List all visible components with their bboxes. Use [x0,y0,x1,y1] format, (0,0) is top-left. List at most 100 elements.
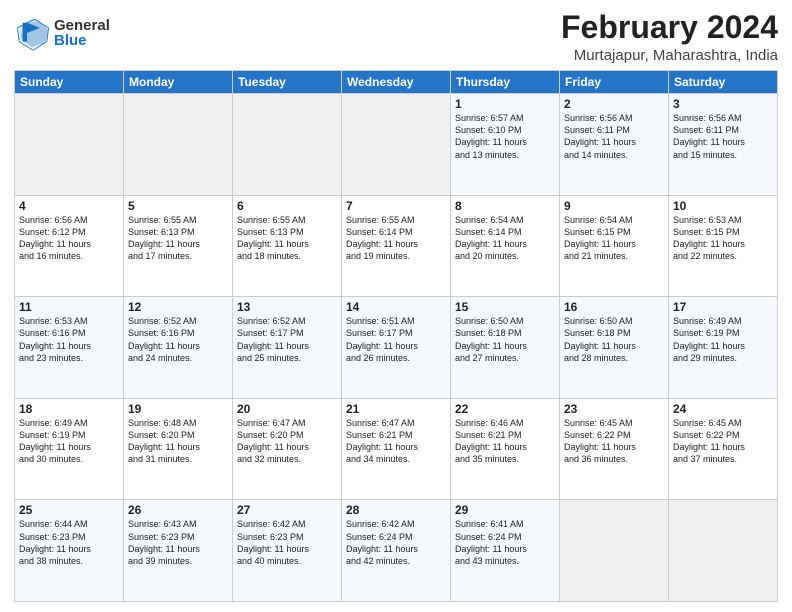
day-cell: 1 Sunrise: 6:57 AM Sunset: 6:10 PM Daylig… [451,94,560,196]
week-row-3: 18Sunrise: 6:49 AM Sunset: 6:19 PM Dayli… [15,398,778,500]
day-info: Sunrise: 6:52 AM Sunset: 6:16 PM Dayligh… [128,316,200,362]
day-cell: 26 Sunrise: 6:43 AM Sunset: 6:23 PM Dayli… [124,500,233,602]
generalblue-logo-icon [14,14,52,52]
day-number: 24 [673,402,773,416]
day-cell: 3 Sunrise: 6:56 AM Sunset: 6:11 PM Daylig… [669,94,778,196]
day-cell: 19Sunrise: 6:48 AM Sunset: 6:20 PM Dayli… [124,398,233,500]
calendar-title: February 2024 [561,10,778,45]
day-number: 21 [346,402,446,416]
day-number: 27 [237,503,337,517]
day-number: 2 [564,97,664,111]
day-info: Sunrise: 6:47 AM Sunset: 6:20 PM Dayligh… [237,418,309,464]
day-number: 5 [128,199,228,213]
title-block: February 2024 Murtajapur, Maharashtra, I… [561,10,778,64]
col-header-friday: Friday [560,71,669,94]
day-cell: 16 Sunrise: 6:50 AM Sunset: 6:18 PM Dayli… [560,297,669,399]
day-number: 6 [237,199,337,213]
day-number: 14 [346,300,446,314]
day-cell [124,94,233,196]
day-cell: 6Sunrise: 6:55 AM Sunset: 6:13 PM Daylig… [233,195,342,297]
day-cell [669,500,778,602]
day-number: 29 [455,503,555,517]
logo-blue-text: Blue [54,33,110,48]
week-row-2: 11 Sunrise: 6:53 AM Sunset: 6:16 PM Dayli… [15,297,778,399]
day-cell: 17 Sunrise: 6:49 AM Sunset: 6:19 PM Dayli… [669,297,778,399]
week-row-0: 1 Sunrise: 6:57 AM Sunset: 6:10 PM Daylig… [15,94,778,196]
day-number: 1 [455,97,555,111]
day-info: Sunrise: 6:46 AM Sunset: 6:21 PM Dayligh… [455,418,527,464]
day-cell: 27 Sunrise: 6:42 AM Sunset: 6:23 PM Dayli… [233,500,342,602]
day-info: Sunrise: 6:55 AM Sunset: 6:14 PM Dayligh… [346,215,418,261]
day-number: 25 [19,503,119,517]
calendar-subtitle: Murtajapur, Maharashtra, India [561,47,778,64]
logo: General Blue [14,14,110,52]
day-number: 26 [128,503,228,517]
day-number: 10 [673,199,773,213]
day-info: Sunrise: 6:48 AM Sunset: 6:20 PM Dayligh… [128,418,200,464]
week-row-1: 4Sunrise: 6:56 AM Sunset: 6:12 PM Daylig… [15,195,778,297]
day-info: Sunrise: 6:49 AM Sunset: 6:19 PM Dayligh… [673,316,745,362]
day-cell: 20 Sunrise: 6:47 AM Sunset: 6:20 PM Dayli… [233,398,342,500]
day-number: 18 [19,402,119,416]
day-info: Sunrise: 6:56 AM Sunset: 6:12 PM Dayligh… [19,215,91,261]
day-cell: 2 Sunrise: 6:56 AM Sunset: 6:11 PM Daylig… [560,94,669,196]
day-info: Sunrise: 6:42 AM Sunset: 6:24 PM Dayligh… [346,519,418,565]
day-cell [342,94,451,196]
day-cell: 21 Sunrise: 6:47 AM Sunset: 6:21 PM Dayli… [342,398,451,500]
day-info: Sunrise: 6:51 AM Sunset: 6:17 PM Dayligh… [346,316,418,362]
col-header-thursday: Thursday [451,71,560,94]
day-cell: 10Sunrise: 6:53 AM Sunset: 6:15 PM Dayli… [669,195,778,297]
col-header-saturday: Saturday [669,71,778,94]
col-header-monday: Monday [124,71,233,94]
day-number: 20 [237,402,337,416]
logo-text: General Blue [54,18,110,48]
calendar-table: SundayMondayTuesdayWednesdayThursdayFrid… [14,70,778,602]
day-number: 3 [673,97,773,111]
day-number: 28 [346,503,446,517]
day-cell: 22 Sunrise: 6:46 AM Sunset: 6:21 PM Dayli… [451,398,560,500]
day-cell: 13 Sunrise: 6:52 AM Sunset: 6:17 PM Dayli… [233,297,342,399]
day-info: Sunrise: 6:52 AM Sunset: 6:17 PM Dayligh… [237,316,309,362]
day-info: Sunrise: 6:50 AM Sunset: 6:18 PM Dayligh… [564,316,636,362]
day-info: Sunrise: 6:57 AM Sunset: 6:10 PM Dayligh… [455,113,527,159]
day-info: Sunrise: 6:47 AM Sunset: 6:21 PM Dayligh… [346,418,418,464]
day-number: 22 [455,402,555,416]
day-info: Sunrise: 6:53 AM Sunset: 6:16 PM Dayligh… [19,316,91,362]
day-cell: 28 Sunrise: 6:42 AM Sunset: 6:24 PM Dayli… [342,500,451,602]
day-cell: 4Sunrise: 6:56 AM Sunset: 6:12 PM Daylig… [15,195,124,297]
header-row: SundayMondayTuesdayWednesdayThursdayFrid… [15,71,778,94]
day-cell: 8Sunrise: 6:54 AM Sunset: 6:14 PM Daylig… [451,195,560,297]
day-cell: 23Sunrise: 6:45 AM Sunset: 6:22 PM Dayli… [560,398,669,500]
day-cell: 11 Sunrise: 6:53 AM Sunset: 6:16 PM Dayli… [15,297,124,399]
col-header-wednesday: Wednesday [342,71,451,94]
col-header-sunday: Sunday [15,71,124,94]
day-cell: 24 Sunrise: 6:45 AM Sunset: 6:22 PM Dayli… [669,398,778,500]
day-cell: 25 Sunrise: 6:44 AM Sunset: 6:23 PM Dayli… [15,500,124,602]
day-cell: 12 Sunrise: 6:52 AM Sunset: 6:16 PM Dayli… [124,297,233,399]
day-info: Sunrise: 6:56 AM Sunset: 6:11 PM Dayligh… [564,113,636,159]
day-number: 15 [455,300,555,314]
logo-general-text: General [54,18,110,33]
day-cell: 7Sunrise: 6:55 AM Sunset: 6:14 PM Daylig… [342,195,451,297]
day-number: 23 [564,402,664,416]
day-info: Sunrise: 6:44 AM Sunset: 6:23 PM Dayligh… [19,519,91,565]
day-number: 17 [673,300,773,314]
day-info: Sunrise: 6:56 AM Sunset: 6:11 PM Dayligh… [673,113,745,159]
day-info: Sunrise: 6:54 AM Sunset: 6:15 PM Dayligh… [564,215,636,261]
day-number: 11 [19,300,119,314]
day-info: Sunrise: 6:42 AM Sunset: 6:23 PM Dayligh… [237,519,309,565]
day-number: 13 [237,300,337,314]
day-info: Sunrise: 6:43 AM Sunset: 6:23 PM Dayligh… [128,519,200,565]
day-info: Sunrise: 6:45 AM Sunset: 6:22 PM Dayligh… [673,418,745,464]
day-info: Sunrise: 6:54 AM Sunset: 6:14 PM Dayligh… [455,215,527,261]
day-number: 9 [564,199,664,213]
day-number: 12 [128,300,228,314]
day-cell [15,94,124,196]
day-cell: 14 Sunrise: 6:51 AM Sunset: 6:17 PM Dayli… [342,297,451,399]
day-cell: 9 Sunrise: 6:54 AM Sunset: 6:15 PM Daylig… [560,195,669,297]
day-cell [560,500,669,602]
col-header-tuesday: Tuesday [233,71,342,94]
day-cell: 18Sunrise: 6:49 AM Sunset: 6:19 PM Dayli… [15,398,124,500]
day-cell: 15Sunrise: 6:50 AM Sunset: 6:18 PM Dayli… [451,297,560,399]
day-number: 16 [564,300,664,314]
